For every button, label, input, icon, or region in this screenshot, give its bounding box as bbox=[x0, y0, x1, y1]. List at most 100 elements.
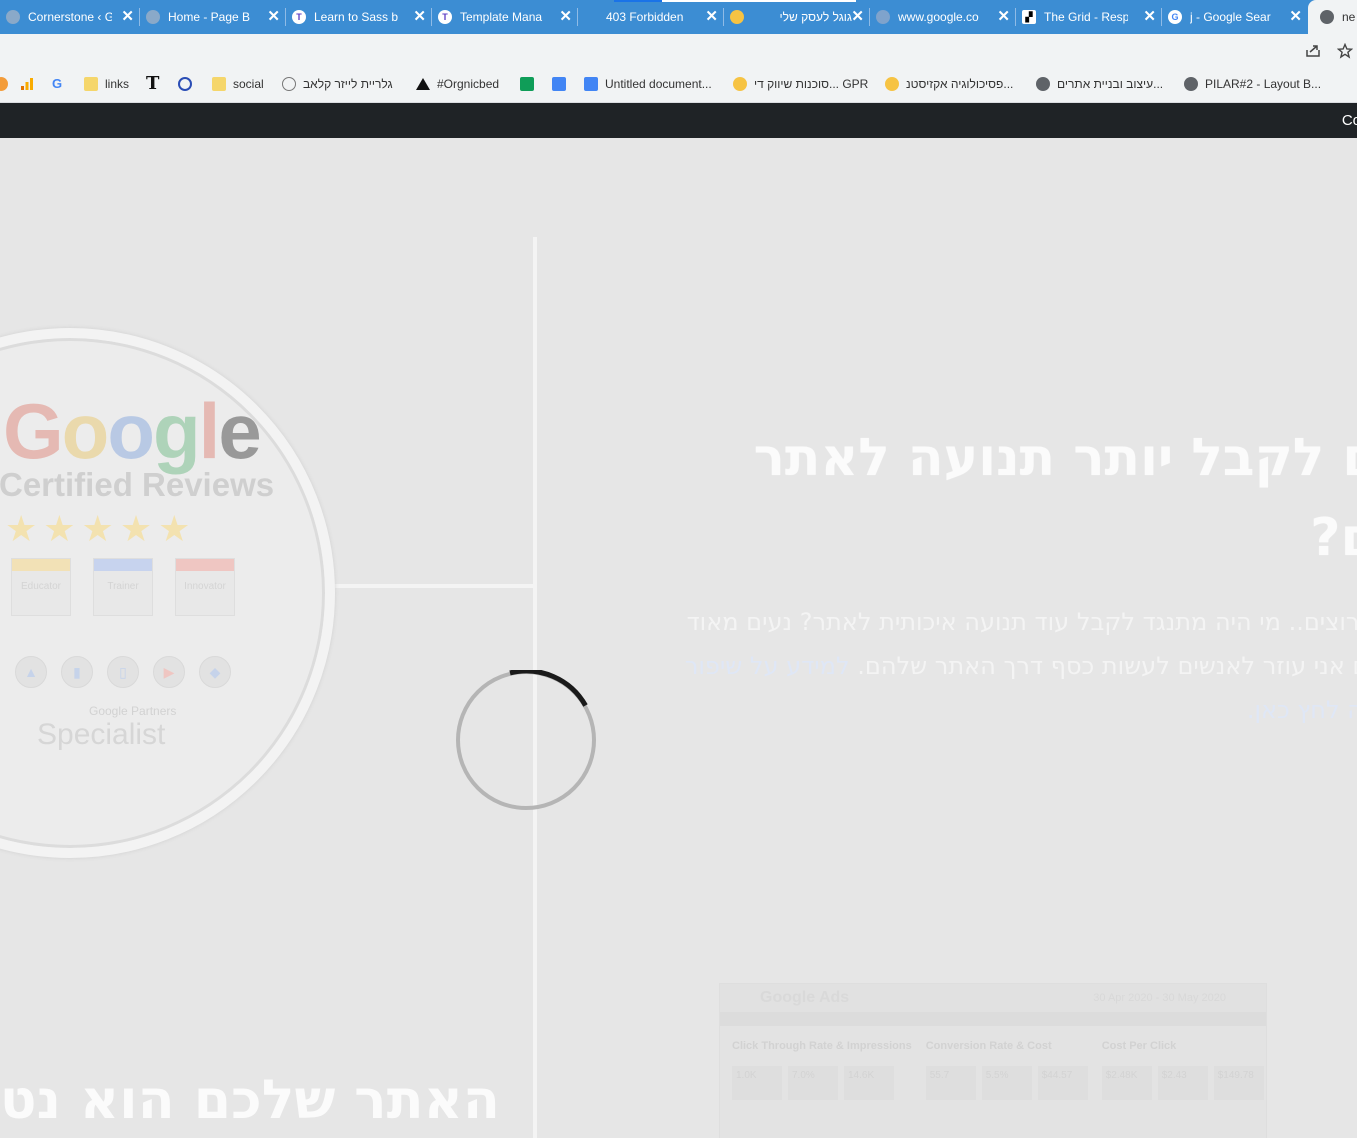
badge-reviews-text: Certified Reviews bbox=[0, 466, 275, 503]
bookmark-untitled-document[interactable]: Untitled document... bbox=[584, 75, 712, 93]
badge-card: Trainer bbox=[93, 558, 153, 616]
tab-template-manager[interactable]: T Template Mana ✕ bbox=[432, 0, 578, 34]
google-ads-dashboard: Google Ads 30 Apr 2020 - 30 May 2020 Cli… bbox=[719, 983, 1267, 1138]
tab-google-loading[interactable]: www.google.co ✕ bbox=[870, 0, 1016, 34]
badge-product-icons: ▲ ▮ ▯ ▶ ◆ bbox=[15, 656, 231, 688]
divider-line bbox=[316, 584, 534, 588]
gmb-icon bbox=[733, 77, 747, 91]
bookmark-t[interactable]: T bbox=[146, 75, 167, 93]
google-reviews-badge: Google Certified Reviews ★★★★★ Educator … bbox=[0, 328, 335, 858]
tab-cornerstone[interactable]: Cornerstone ‹ G ✕ bbox=[0, 0, 140, 34]
section-heading: האתר שלכם הוא נטל bbox=[0, 1068, 500, 1131]
globe-icon bbox=[6, 10, 20, 24]
bookmark-folder-social[interactable]: social bbox=[212, 75, 264, 93]
bookmark-sheets[interactable] bbox=[520, 75, 541, 93]
ads-metric-column: Click Through Rate & Impressions 1.0K 7.0… bbox=[732, 1040, 912, 1100]
loading-spinner-icon bbox=[456, 670, 596, 810]
bookmark-orgnicbed[interactable]: #Orgnicbed bbox=[416, 75, 499, 93]
docs-icon bbox=[584, 77, 598, 91]
gmb-icon bbox=[885, 77, 899, 91]
bookmark-pilar[interactable]: PILAR#2 - Layout B... bbox=[1184, 75, 1321, 93]
browser-toolbar bbox=[0, 34, 1357, 93]
google-icon: G bbox=[52, 76, 63, 91]
badge-google-logo: Google bbox=[3, 387, 262, 475]
tab-google-search[interactable]: G j - Google Sear ✕ bbox=[1162, 0, 1308, 34]
ads-header: Google Ads 30 Apr 2020 - 30 May 2020 bbox=[720, 984, 1266, 1012]
loading-icon bbox=[876, 10, 890, 24]
tab-load-indicator bbox=[614, 0, 662, 2]
badge-stars: ★★★★★ bbox=[5, 508, 197, 549]
badge-card: Innovator bbox=[175, 558, 235, 616]
t-serif-icon: T bbox=[146, 73, 160, 94]
hero-paragraph: ברור שאתם רוצים.. מי היה מתנגד לקבל עוד … bbox=[647, 600, 1357, 732]
gmb-icon bbox=[730, 10, 744, 24]
globe-icon bbox=[1184, 77, 1198, 91]
globe-icon bbox=[282, 77, 296, 91]
bookmark-gpr[interactable]: סוכנות שיווק די... GPR bbox=[733, 75, 868, 93]
tab-the-grid[interactable]: ▞ The Grid - Resp ✕ bbox=[1016, 0, 1162, 34]
close-icon[interactable]: ✕ bbox=[559, 9, 572, 24]
ads-metric-column: Cost Per Click $2.48K $2.43 $149.78 bbox=[1101, 1040, 1264, 1100]
close-icon[interactable]: ✕ bbox=[1289, 9, 1302, 24]
t-logo-icon: T bbox=[292, 10, 306, 24]
bookmark-google[interactable]: G bbox=[52, 75, 73, 93]
badge-cards: Educator Trainer Innovator bbox=[11, 558, 235, 616]
globe-icon bbox=[146, 10, 160, 24]
swirl-icon bbox=[178, 77, 192, 91]
close-icon[interactable]: ✕ bbox=[705, 9, 718, 24]
close-icon[interactable]: ✕ bbox=[851, 9, 864, 24]
bookmark-swirl[interactable] bbox=[178, 75, 199, 93]
grid-icon: ▞ bbox=[1022, 10, 1036, 24]
globe-icon bbox=[1320, 10, 1334, 24]
t-logo-icon: T bbox=[438, 10, 452, 24]
mobile-icon: ▯ bbox=[107, 656, 139, 688]
close-icon[interactable]: ✕ bbox=[267, 9, 280, 24]
bookmark-folder-links[interactable]: links bbox=[84, 75, 129, 93]
bookmark-analytics[interactable] bbox=[20, 75, 41, 93]
ads-metric-column: Conversion Rate & Cost 55.7 5.5% $44.57 bbox=[925, 1040, 1088, 1100]
shopping-icon: ◆ bbox=[199, 656, 231, 688]
analytics-icon bbox=[21, 78, 33, 90]
badge-card: Educator bbox=[11, 558, 71, 616]
blank-icon bbox=[584, 10, 598, 24]
bookmarks-bar: G links T social גלריית לייזר קלאב #Orgn… bbox=[0, 66, 1357, 103]
tab-load-indicator bbox=[662, 0, 856, 2]
close-icon[interactable]: ✕ bbox=[121, 9, 134, 24]
site-top-bar: Co bbox=[0, 103, 1357, 138]
tab-learn-sass[interactable]: T Learn to Sass b ✕ bbox=[286, 0, 432, 34]
bookmark-web-design[interactable]: עיצוב ובניית אתרים... bbox=[1036, 75, 1163, 93]
close-icon[interactable]: ✕ bbox=[1143, 9, 1156, 24]
folder-icon bbox=[84, 77, 98, 91]
docs-icon bbox=[552, 77, 566, 91]
share-icon[interactable] bbox=[1305, 44, 1321, 58]
ads-date-range: 30 Apr 2020 - 30 May 2020 bbox=[1093, 992, 1226, 1004]
ads-tab-bar bbox=[720, 1012, 1266, 1026]
tab-active[interactable]: ne bbox=[1308, 0, 1357, 34]
globe-icon bbox=[1036, 77, 1050, 91]
ads-logo: Google Ads bbox=[760, 989, 850, 1006]
tab-home[interactable]: Home - Page B ✕ bbox=[140, 0, 286, 34]
bookmark-psychology[interactable]: פסיכולוגיה אקזיסטנ... bbox=[885, 75, 1013, 93]
hero-heading: רוצים לקבל יותר תנועה לאתר שלכם? bbox=[753, 428, 1357, 568]
star-icon[interactable] bbox=[1337, 43, 1353, 59]
bookmark-docs[interactable] bbox=[552, 75, 573, 93]
google-icon: G bbox=[1168, 10, 1182, 24]
badge-partners-text: Google Partners bbox=[89, 704, 177, 718]
tab-strip: Cornerstone ‹ G ✕ Home - Page B ✕ T Lear… bbox=[0, 0, 1357, 34]
close-icon[interactable]: ✕ bbox=[413, 9, 426, 24]
overflow-icon bbox=[0, 77, 8, 91]
bookmark-laser-club[interactable]: גלריית לייזר קלאב bbox=[282, 75, 393, 93]
bookmark-item[interactable] bbox=[0, 75, 15, 93]
tab-403-forbidden[interactable]: 403 Forbidden ✕ bbox=[578, 0, 724, 34]
badge-specialist-text: Specialist bbox=[37, 718, 166, 751]
page-loading-overlay: Google Certified Reviews ★★★★★ Educator … bbox=[0, 138, 1357, 1138]
close-icon[interactable]: ✕ bbox=[997, 9, 1010, 24]
sheets-icon bbox=[520, 77, 534, 91]
ads-icon: ▲ bbox=[15, 656, 47, 688]
folder-icon bbox=[212, 77, 226, 91]
youtube-icon: ▶ bbox=[153, 656, 185, 688]
site-top-bar-text[interactable]: Co bbox=[1342, 112, 1357, 129]
tab-google-my-business[interactable]: גוגל לעסק שלי ✕ bbox=[724, 0, 870, 34]
analytics-icon: ▮ bbox=[61, 656, 93, 688]
triangle-icon bbox=[416, 78, 430, 90]
